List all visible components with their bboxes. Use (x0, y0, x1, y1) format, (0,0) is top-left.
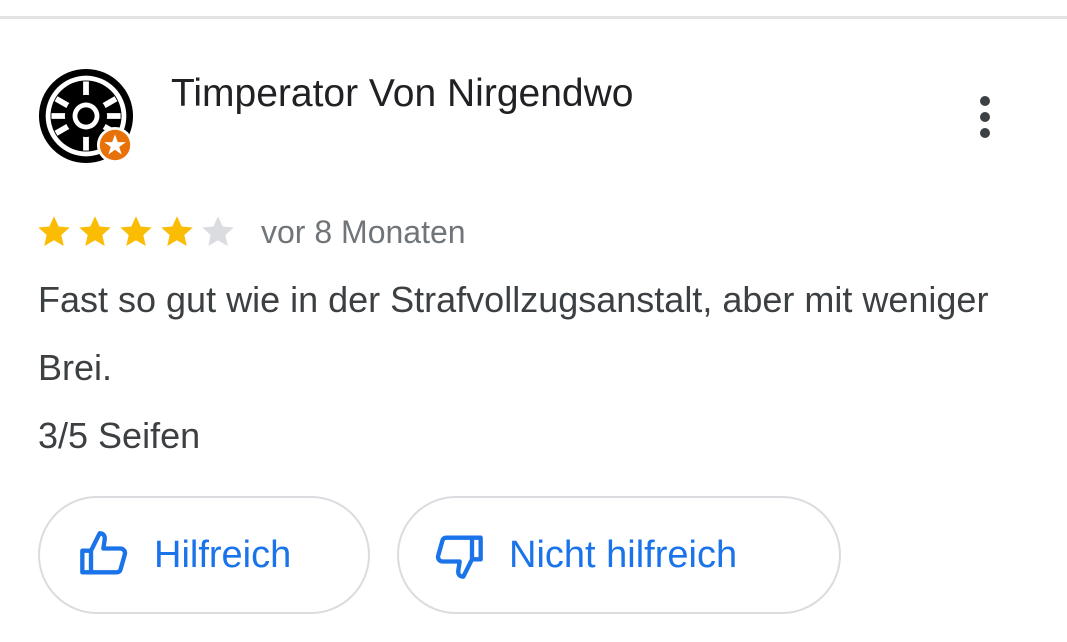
thumbs-down-icon (435, 535, 483, 579)
star-filled-icon (120, 216, 152, 246)
not-helpful-button[interactable]: Nicht hilfreich (397, 496, 841, 614)
review-text-line: 3/5 Seifen (38, 415, 201, 456)
star-filled-icon (161, 216, 193, 246)
review-date: vor 8 Monaten (261, 213, 466, 250)
star-filled-icon (79, 216, 111, 246)
star-filled-icon (38, 216, 70, 246)
helpful-button[interactable]: Hilfreich (38, 496, 370, 614)
helpful-label: Hilfreich (154, 533, 292, 576)
review-text: Fast so gut wie in der Strafvollzugsanst… (38, 266, 1038, 470)
more-options-button[interactable] (962, 92, 1008, 142)
more-vert-icon (980, 96, 990, 106)
review-text-line: Fast so gut wie in der Strafvollzugsanst… (38, 279, 989, 388)
not-helpful-label: Nicht hilfreich (509, 533, 738, 576)
top-divider (0, 16, 1067, 19)
thumbs-up-icon (80, 531, 128, 575)
local-guide-badge-icon (96, 126, 134, 164)
star-empty-icon (202, 216, 234, 246)
author-name[interactable]: Timperator Von Nirgendwo (171, 70, 633, 118)
rating-row: vor 8 Monaten (36, 212, 466, 252)
star-rating (36, 214, 241, 250)
